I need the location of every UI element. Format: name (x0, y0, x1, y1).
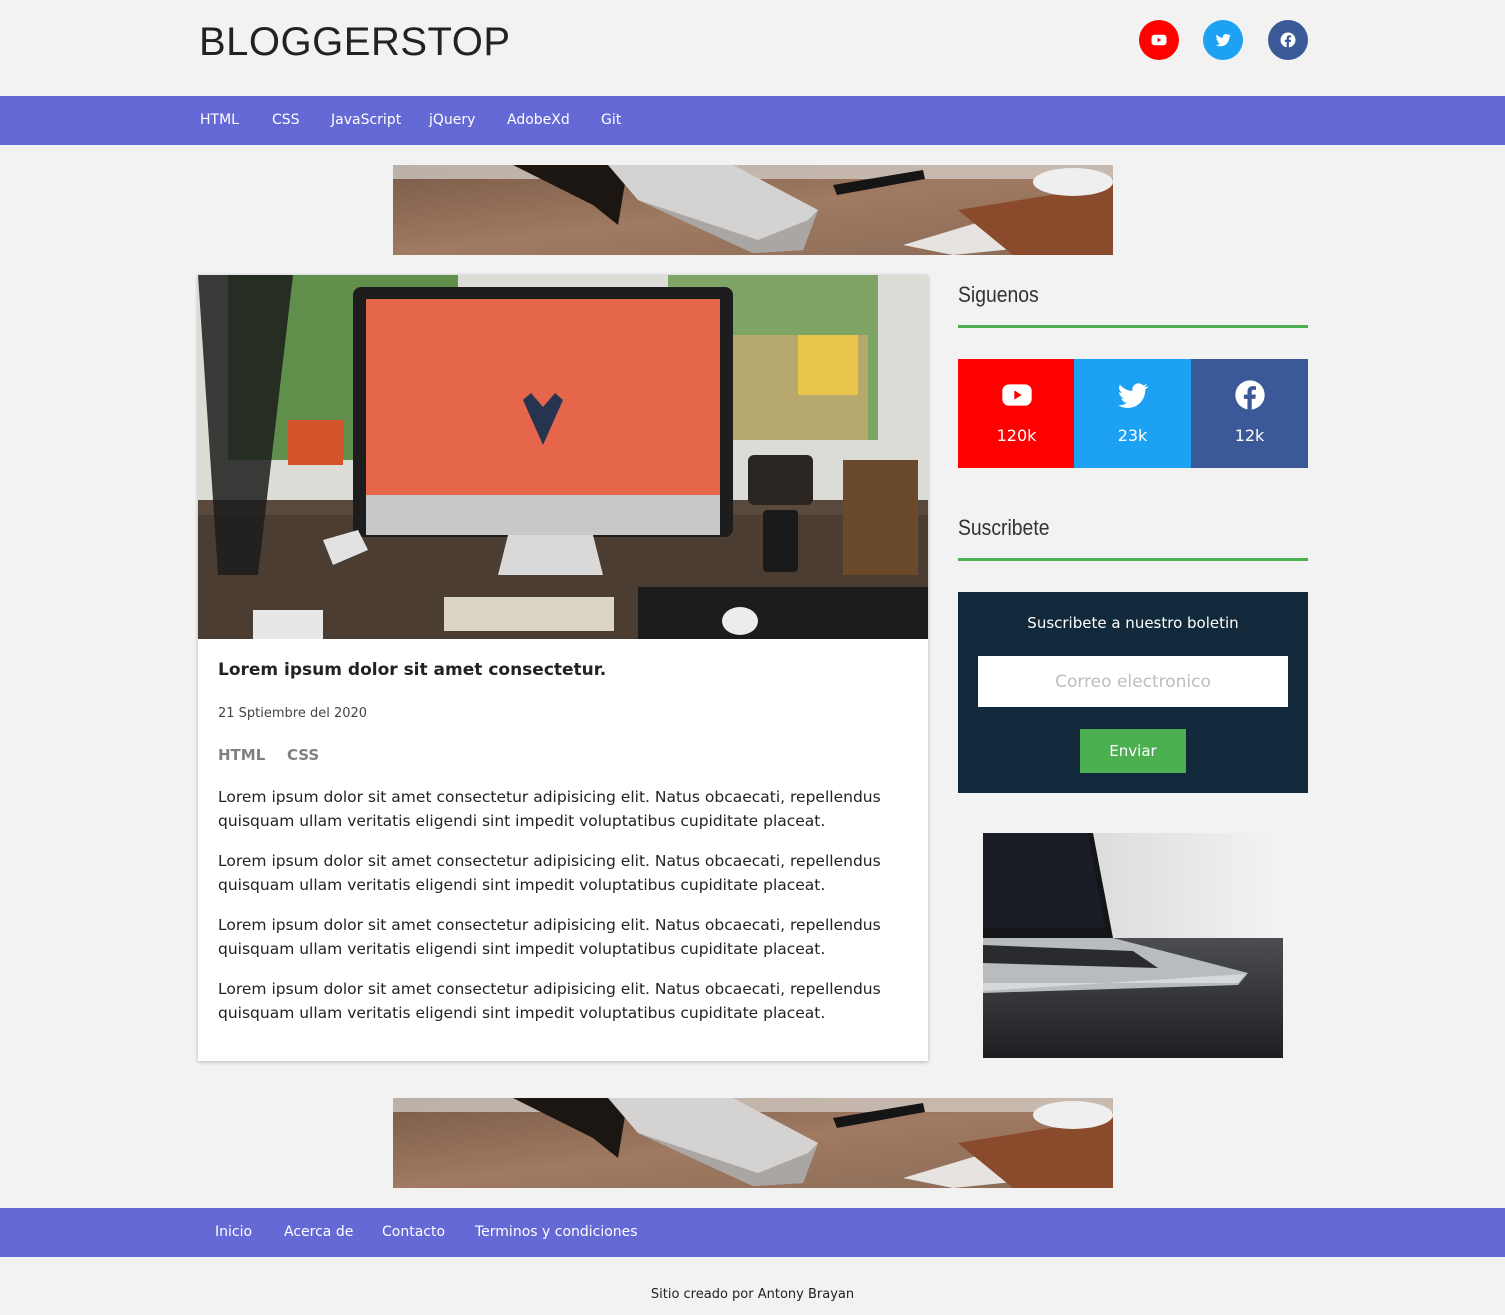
newsletter-box: Suscribete a nuestro boletin Enviar (958, 592, 1308, 793)
main-nav: HTML CSS JavaScript jQuery AdobeXd Git (0, 96, 1505, 145)
subscribe-heading: Suscribete (958, 515, 1050, 540)
footer-link-acerca[interactable]: Acerca de (284, 1208, 353, 1257)
post-featured-image[interactable] (198, 275, 928, 639)
nav-item-git[interactable]: Git (601, 96, 621, 145)
facebook-stat[interactable]: 12k (1191, 359, 1308, 468)
facebook-link[interactable] (1268, 20, 1308, 60)
subscribe-heading-underline (958, 558, 1308, 561)
post-paragraph: Lorem ipsum dolor sit amet consectetur a… (218, 852, 881, 894)
footer-link-contacto[interactable]: Contacto (382, 1208, 445, 1257)
youtube-icon (1151, 34, 1167, 46)
twitter-icon (1117, 383, 1148, 408)
follow-heading: Siguenos (958, 282, 1039, 307)
site-logo[interactable]: BLOGGERSTOP (199, 20, 511, 65)
facebook-icon (1280, 32, 1296, 48)
submit-button[interactable]: Enviar (1080, 729, 1186, 773)
twitter-link[interactable] (1203, 20, 1243, 60)
youtube-link[interactable] (1139, 20, 1179, 60)
post-paragraph: Lorem ipsum dolor sit amet consectetur a… (218, 980, 881, 1022)
nav-item-jquery[interactable]: jQuery (429, 96, 475, 145)
top-banner-image[interactable] (393, 165, 1113, 255)
follow-heading-underline (958, 325, 1308, 328)
facebook-icon (1234, 380, 1265, 410)
nav-item-css[interactable]: CSS (272, 96, 300, 145)
email-field[interactable] (978, 656, 1288, 707)
twitter-count: 23k (1117, 426, 1148, 445)
post-title[interactable]: Lorem ipsum dolor sit amet consectetur. (218, 660, 606, 680)
bottom-banner-image[interactable] (393, 1098, 1113, 1188)
post-tag-html[interactable]: HTML (218, 746, 265, 764)
youtube-icon (1001, 384, 1032, 406)
nav-item-javascript[interactable]: JavaScript (331, 96, 401, 145)
post-paragraph: Lorem ipsum dolor sit amet consectetur a… (218, 788, 881, 830)
site-header: BLOGGERSTOP (0, 0, 1505, 96)
twitter-icon (1215, 34, 1231, 47)
post-date: 21 Sptiembre del 2020 (218, 706, 368, 721)
footer-credit: Sitio creado por Antony Brayan (650, 1287, 855, 1302)
post-paragraph: Lorem ipsum dolor sit amet consectetur a… (218, 916, 881, 958)
youtube-count: 120k (996, 426, 1037, 445)
nav-item-adobexd[interactable]: AdobeXd (507, 96, 570, 145)
post-tag-css[interactable]: CSS (287, 746, 319, 764)
footer-link-terminos[interactable]: Terminos y condiciones (475, 1208, 638, 1257)
twitter-stat[interactable]: 23k (1074, 359, 1191, 468)
footer-nav: Inicio Acerca de Contacto Terminos y con… (0, 1208, 1505, 1257)
nav-item-html[interactable]: HTML (200, 96, 239, 145)
newsletter-text: Suscribete a nuestro boletin (1027, 614, 1239, 632)
footer-link-inicio[interactable]: Inicio (215, 1208, 252, 1257)
facebook-count: 12k (1234, 426, 1265, 445)
post-card: Lorem ipsum dolor sit amet consectetur. … (198, 275, 928, 1061)
youtube-stat[interactable]: 120k (958, 359, 1075, 468)
sidebar-laptop-image[interactable] (983, 833, 1283, 1058)
